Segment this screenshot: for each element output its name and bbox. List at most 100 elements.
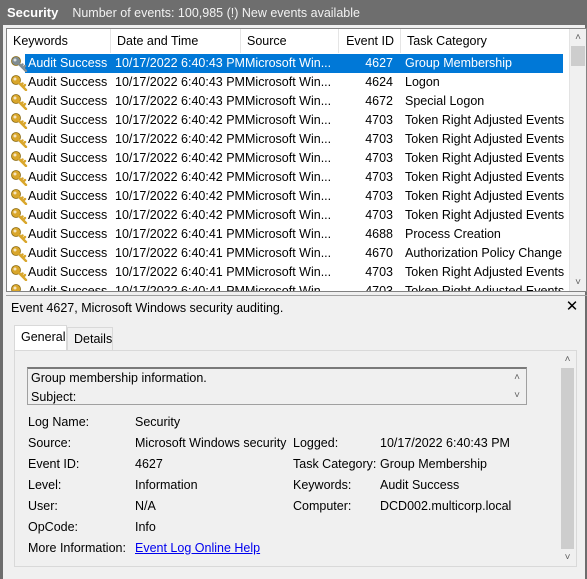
cell-event-id: 4703 xyxy=(365,208,393,222)
event-row[interactable]: Audit Success 10/17/2022 6:40:41 PM Micros… xyxy=(7,263,567,282)
scrollbar-thumb[interactable] xyxy=(561,368,574,549)
field-value: Audit Success xyxy=(380,478,460,492)
close-icon[interactable]: ✕ xyxy=(564,298,580,316)
cell-keywords: Audit Success xyxy=(28,132,108,146)
cell-keywords: Audit Success xyxy=(28,75,108,89)
field-value: 10/17/2022 6:40:43 PM xyxy=(380,436,510,450)
cell-event-id: 4627 xyxy=(365,56,393,70)
cell-event-id: 4703 xyxy=(365,132,393,146)
column-header-event-id[interactable]: Event ID xyxy=(339,29,401,53)
detail-panel-scrollbar[interactable]: ˄ ˅ xyxy=(559,351,576,566)
field-label: Computer: xyxy=(293,499,352,513)
cell-event-id: 4670 xyxy=(365,246,393,260)
column-header-date-time[interactable]: Date and Time xyxy=(111,29,241,53)
pane-divider[interactable] xyxy=(6,295,587,296)
cell-task-category: Token Right Adjusted Events xyxy=(405,265,565,279)
scroll-down-arrow-icon[interactable]: ˅ xyxy=(508,387,526,404)
event-detail-title: Event 4627, Microsoft Windows security a… xyxy=(11,301,284,315)
event-row[interactable]: Audit Success 10/17/2022 6:40:42 PM Micros… xyxy=(7,206,567,225)
column-header-task-category[interactable]: Task Category xyxy=(401,29,567,53)
field-value: DCD002.multicorp.local xyxy=(380,499,512,513)
cell-task-category: Token Right Adjusted Events xyxy=(405,151,565,165)
field-label: User: xyxy=(28,499,58,513)
cell-source: Microsoft Win... xyxy=(245,113,332,127)
event-row[interactable]: Audit Success 10/17/2022 6:40:42 PM Micros… xyxy=(7,187,567,206)
event-row[interactable]: Audit Success 10/17/2022 6:40:43 PM Micros… xyxy=(7,54,567,73)
field-label: Level: xyxy=(28,478,62,492)
cell-date-time: 10/17/2022 6:40:42 PM xyxy=(115,208,245,222)
event-row[interactable]: Audit Success 10/17/2022 6:40:42 PM Micros… xyxy=(7,111,567,130)
field-label: Event ID: xyxy=(28,457,80,471)
cell-source: Microsoft Win... xyxy=(245,284,332,292)
field-value: 4627 xyxy=(135,457,163,471)
description-line: Group membership information. xyxy=(31,371,207,385)
event-row[interactable]: Audit Success 10/17/2022 6:40:43 PM Micros… xyxy=(7,73,567,92)
cell-task-category: Token Right Adjusted Events xyxy=(405,189,565,203)
event-count-info: Number of events: 100,985 (!) New events… xyxy=(72,5,360,20)
description-scrollbar[interactable]: ˄ ˅ xyxy=(508,369,526,404)
log-header: Security Number of events: 100,985 (!) N… xyxy=(0,0,587,25)
event-log-online-help-link[interactable]: Event Log Online Help xyxy=(135,541,260,555)
key-icon xyxy=(10,112,28,130)
cell-source: Microsoft Win... xyxy=(245,132,332,146)
scroll-up-arrow-icon[interactable]: ˄ xyxy=(559,351,576,368)
scrollbar-thumb[interactable] xyxy=(571,46,585,66)
cell-event-id: 4703 xyxy=(365,113,393,127)
event-row[interactable]: Audit Success 10/17/2022 6:40:41 PM Micros… xyxy=(7,282,567,292)
cell-keywords: Audit Success xyxy=(28,284,108,292)
cell-keywords: Audit Success xyxy=(28,227,108,241)
key-icon xyxy=(10,245,28,263)
field-value: Security xyxy=(135,415,181,429)
cell-date-time: 10/17/2022 6:40:42 PM xyxy=(115,151,245,165)
key-icon xyxy=(10,207,28,225)
event-row[interactable]: Audit Success 10/17/2022 6:40:41 PM Micros… xyxy=(7,225,567,244)
cell-task-category: Process Creation xyxy=(405,227,501,241)
cell-source: Microsoft Win... xyxy=(245,170,332,184)
cell-keywords: Audit Success xyxy=(28,151,108,165)
cell-date-time: 10/17/2022 6:40:43 PM xyxy=(115,75,245,89)
cell-event-id: 4688 xyxy=(365,227,393,241)
field-label: Logged: xyxy=(293,436,339,450)
cell-task-category: Group Membership xyxy=(405,56,512,70)
column-header-row: Keywords Date and Time Source Event ID T… xyxy=(7,29,567,53)
event-row[interactable]: Audit Success 10/17/2022 6:40:43 PM Micros… xyxy=(7,92,567,111)
cell-source: Microsoft Win... xyxy=(245,94,332,108)
event-row[interactable]: Audit Success 10/17/2022 6:40:42 PM Micros… xyxy=(7,130,567,149)
general-content: Group membership information. Subject: ˄… xyxy=(15,351,561,566)
event-list-scrollbar[interactable]: ˄ ˅ xyxy=(569,29,586,291)
scroll-up-arrow-icon[interactable]: ˄ xyxy=(508,369,526,386)
cell-keywords: Audit Success xyxy=(28,170,108,184)
cell-source: Microsoft Win... xyxy=(245,246,332,260)
column-header-source[interactable]: Source xyxy=(241,29,339,53)
event-row[interactable]: Audit Success 10/17/2022 6:40:42 PM Micros… xyxy=(7,149,567,168)
cell-keywords: Audit Success xyxy=(28,56,108,70)
general-tab-panel: Group membership information. Subject: ˄… xyxy=(14,350,577,567)
event-list: Keywords Date and Time Source Event ID T… xyxy=(6,28,587,292)
cell-source: Microsoft Win... xyxy=(245,189,332,203)
scroll-up-arrow-icon[interactable]: ˄ xyxy=(570,29,586,46)
scroll-down-arrow-icon[interactable]: ˅ xyxy=(570,274,586,291)
event-row[interactable]: Audit Success 10/17/2022 6:40:41 PM Micros… xyxy=(7,244,567,263)
cell-event-id: 4624 xyxy=(365,75,393,89)
column-header-keywords[interactable]: Keywords xyxy=(7,29,111,53)
cell-source: Microsoft Win... xyxy=(245,265,332,279)
scroll-down-arrow-icon[interactable]: ˅ xyxy=(559,549,576,566)
key-icon xyxy=(10,188,28,206)
tab-general[interactable]: General xyxy=(14,325,67,351)
cell-date-time: 10/17/2022 6:40:42 PM xyxy=(115,113,245,127)
cell-source: Microsoft Win... xyxy=(245,208,332,222)
field-label: Task Category: xyxy=(293,457,377,471)
event-description-box[interactable]: Group membership information. Subject: ˄… xyxy=(27,367,527,405)
field-value: Info xyxy=(135,520,156,534)
field-value: Microsoft Windows security xyxy=(135,436,287,450)
cell-date-time: 10/17/2022 6:40:41 PM xyxy=(115,227,245,241)
event-row[interactable]: Audit Success 10/17/2022 6:40:42 PM Micros… xyxy=(7,168,567,187)
cell-keywords: Audit Success xyxy=(28,265,108,279)
key-icon xyxy=(10,74,28,92)
cell-source: Microsoft Win... xyxy=(245,227,332,241)
key-icon xyxy=(10,131,28,149)
cell-date-time: 10/17/2022 6:40:41 PM xyxy=(115,265,245,279)
cell-keywords: Audit Success xyxy=(28,208,108,222)
key-icon xyxy=(10,93,28,111)
tab-details[interactable]: Details xyxy=(67,327,113,351)
